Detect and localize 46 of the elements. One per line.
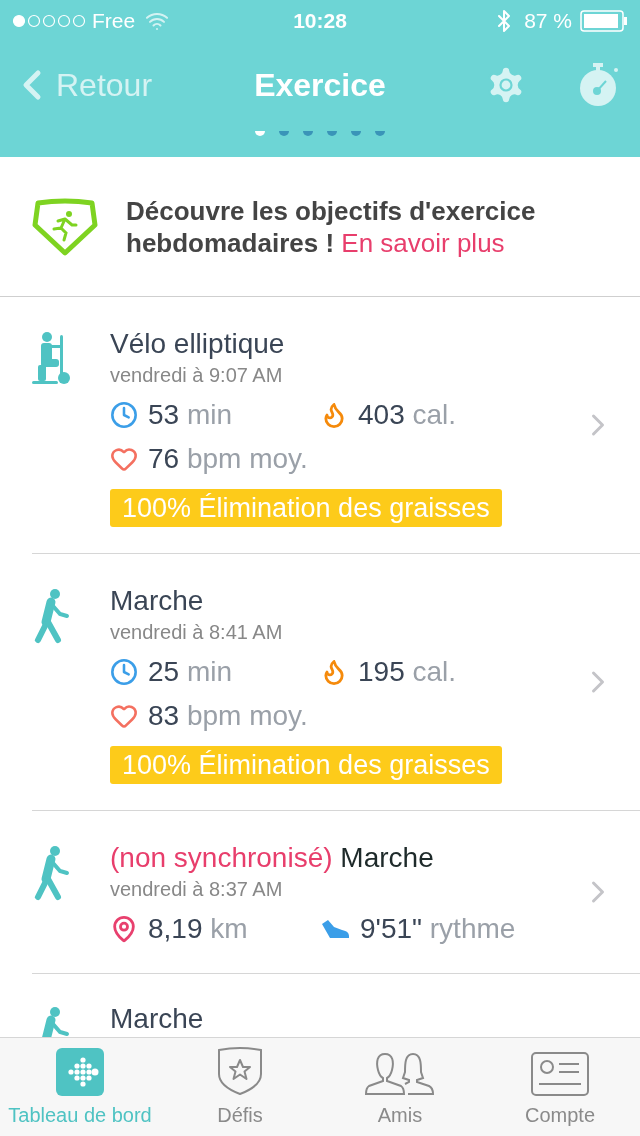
stat-value: 76 bpm moy. <box>148 442 308 476</box>
fat-burn-badge: 100% Élimination des graisses <box>110 489 502 527</box>
weekly-goals-message: Découvre les objectifs d'exercice hebdomadaires ! En savoir plus <box>126 194 537 259</box>
activity-name: Vélo elliptique <box>110 328 285 359</box>
id-card-icon[interactable] <box>531 1052 589 1096</box>
stat-value: 25 min <box>148 655 233 689</box>
clock-icon <box>110 658 138 686</box>
activity-time: vendredi à 8:41 AM <box>110 620 284 644</box>
sync-status: (non synchronisé) <box>110 842 334 873</box>
tab-bar-item[interactable]: Compte <box>480 1038 640 1136</box>
signal-strength-icon <box>12 14 86 28</box>
walking-person-icon <box>32 845 72 901</box>
two-people-icon[interactable] <box>365 1050 435 1096</box>
battery-icon <box>580 10 628 32</box>
activity-name: Marche <box>110 1003 204 1034</box>
stat-value: 9'51" rythme <box>360 912 516 946</box>
clock-icon <box>110 401 138 429</box>
learn-more-link[interactable]: En savoir plus <box>341 227 505 258</box>
heart-icon <box>110 702 138 730</box>
status-time: 10:28 <box>292 8 348 35</box>
activity-row[interactable]: (non synchronisé) Marche vendredi à 8:37 AM 8,19 km 9'51" rythme <box>32 811 640 974</box>
carrier-name: Free <box>92 8 136 35</box>
screen-title: Exercice <box>253 65 387 105</box>
activity-name: Marche <box>110 585 204 616</box>
shoe-icon <box>320 918 350 940</box>
map-pin-icon <box>110 915 138 943</box>
tab-bar-item[interactable]: Amis <box>320 1038 480 1136</box>
fat-burn-badge: 100% Élimination des graisses <box>110 746 502 784</box>
stat-value: 403 cal. <box>358 398 457 432</box>
stat-value: 53 min <box>148 398 233 432</box>
shield-runner-icon <box>32 196 98 257</box>
activity-row[interactable]: Marche vendredi à 8:41 AM 25 min 195 cal. 83 bpm moy. 100% Élimination des graisses <box>32 554 640 811</box>
walking-person-icon <box>32 588 72 644</box>
activity-time: vendredi à 8:37 AM <box>110 877 284 901</box>
stat-value: 8,19 km <box>148 912 248 946</box>
dots-logo-icon[interactable] <box>56 1048 104 1096</box>
heart-icon <box>110 445 138 473</box>
tab-bar-item[interactable]: Défis <box>160 1038 320 1136</box>
stat-value: 83 bpm moy. <box>148 699 308 733</box>
activity-name: Marche <box>340 842 434 873</box>
battery-percent: 87 % <box>524 8 572 35</box>
stat-value: 195 cal. <box>358 655 457 689</box>
tab-bar-item[interactable]: Tableau de bord <box>0 1038 160 1136</box>
shield-star-icon[interactable] <box>216 1046 264 1096</box>
activity-row[interactable]: Vélo elliptique vendredi à 9:07 AM 53 min 403 cal. 76 bpm moy. 100% Élimination des graisses <box>32 297 640 554</box>
activity-time: vendredi à 9:07 AM <box>110 363 284 387</box>
